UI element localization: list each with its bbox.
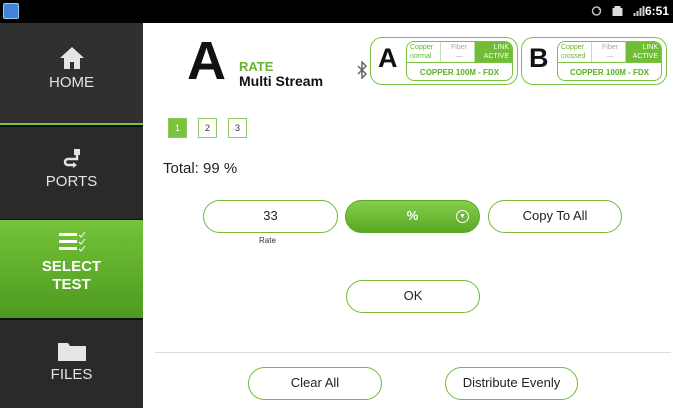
status-bar: 6:51 — [0, 0, 673, 23]
rate-caption: Rate — [259, 236, 276, 245]
unit-dropdown[interactable]: % ▼ — [345, 200, 480, 233]
port-a-link-label: LINK — [493, 44, 509, 51]
clear-all-button[interactable]: Clear All — [248, 367, 382, 400]
ok-button[interactable]: OK — [346, 280, 480, 313]
rate-input[interactable]: 33 — [203, 200, 338, 233]
port-b-fiber-value: — — [606, 53, 614, 60]
stream-tab-3[interactable]: 3 — [228, 118, 247, 138]
sidebar-item-label-line2: TEST — [52, 276, 91, 293]
port-b-status[interactable]: B Copper crossed Fiber — LINK ACTIVE COP… — [521, 37, 667, 85]
sidebar-item-ports[interactable]: PORTS — [0, 127, 143, 219]
sidebar-item-files[interactable]: FILES — [0, 320, 143, 408]
unit-value: % — [406, 208, 419, 223]
data-icon — [612, 6, 623, 16]
port-b-fiber-label: Fiber — [602, 44, 618, 51]
port-b-speed: COPPER 100M - FDX — [558, 62, 661, 80]
port-a-media-type: Copper — [410, 44, 433, 51]
app-root: 6:51 HOME PORTS SELECT TEST FILES A RATE… — [0, 0, 673, 408]
test-type-label: RATE — [239, 59, 274, 74]
signal-icon — [633, 6, 645, 16]
port-b-media-type: Copper — [561, 44, 584, 51]
sync-icon — [591, 6, 602, 16]
status-icons — [590, 5, 645, 17]
port-b-media: Copper crossed — [558, 42, 592, 62]
clock: 6:51 — [645, 4, 670, 18]
port-a-media-mode: normal — [410, 53, 432, 60]
port-a-fiber-label: Fiber — [451, 44, 467, 51]
bluetooth-icon — [356, 60, 368, 84]
port-b-fiber: Fiber — — [592, 42, 626, 62]
port-a-fiber-value: — — [455, 53, 463, 60]
port-a-media: Copper normal — [407, 42, 441, 62]
port-a-speed: COPPER 100M - FDX — [407, 62, 512, 80]
sidebar-item-select-test[interactable]: SELECT TEST — [0, 220, 143, 318]
port-a-status[interactable]: A Copper normal Fiber — LINK ACTIVE COPP… — [370, 37, 518, 85]
total-percentage: Total: 99 % — [163, 160, 238, 177]
copy-to-all-button[interactable]: Copy To All — [488, 200, 622, 233]
sidebar-item-label: FILES — [50, 366, 93, 383]
sidebar: HOME PORTS SELECT TEST FILES — [0, 23, 143, 408]
folder-icon — [57, 343, 86, 361]
port-a-link-state: ACTIVE — [483, 53, 509, 60]
distribute-evenly-button[interactable]: Distribute Evenly — [445, 367, 578, 400]
port-a-link: LINK ACTIVE — [475, 42, 512, 62]
ports-icon — [63, 149, 80, 168]
divider — [155, 352, 671, 353]
sidebar-item-label-line1: SELECT — [41, 258, 102, 275]
port-b-letter: B — [529, 43, 549, 73]
port-b-media-mode: crossed — [561, 53, 586, 60]
port-indicator: A — [187, 31, 226, 91]
app-icon — [3, 3, 19, 19]
test-mode-label: Multi Stream — [239, 73, 324, 89]
stream-tab-2[interactable]: 2 — [198, 118, 217, 138]
port-b-details: Copper crossed Fiber — LINK ACTIVE COPPE… — [557, 41, 662, 81]
sidebar-item-label: HOME — [49, 74, 94, 91]
port-b-link: LINK ACTIVE — [626, 42, 661, 62]
port-b-link-state: ACTIVE — [632, 53, 658, 60]
port-a-letter: A — [378, 43, 398, 73]
chevron-down-icon: ▼ — [456, 210, 469, 223]
sidebar-item-label: SELECT TEST — [42, 258, 101, 294]
port-b-link-label: LINK — [642, 44, 658, 51]
list-check-icon — [58, 231, 85, 252]
stream-tab-1[interactable]: 1 — [168, 118, 187, 138]
port-a-fiber: Fiber — — [441, 42, 475, 62]
sidebar-item-home[interactable]: HOME — [0, 23, 143, 125]
home-icon — [59, 47, 84, 69]
sidebar-item-label: PORTS — [45, 173, 98, 190]
port-a-details: Copper normal Fiber — LINK ACTIVE COPPER… — [406, 41, 513, 81]
